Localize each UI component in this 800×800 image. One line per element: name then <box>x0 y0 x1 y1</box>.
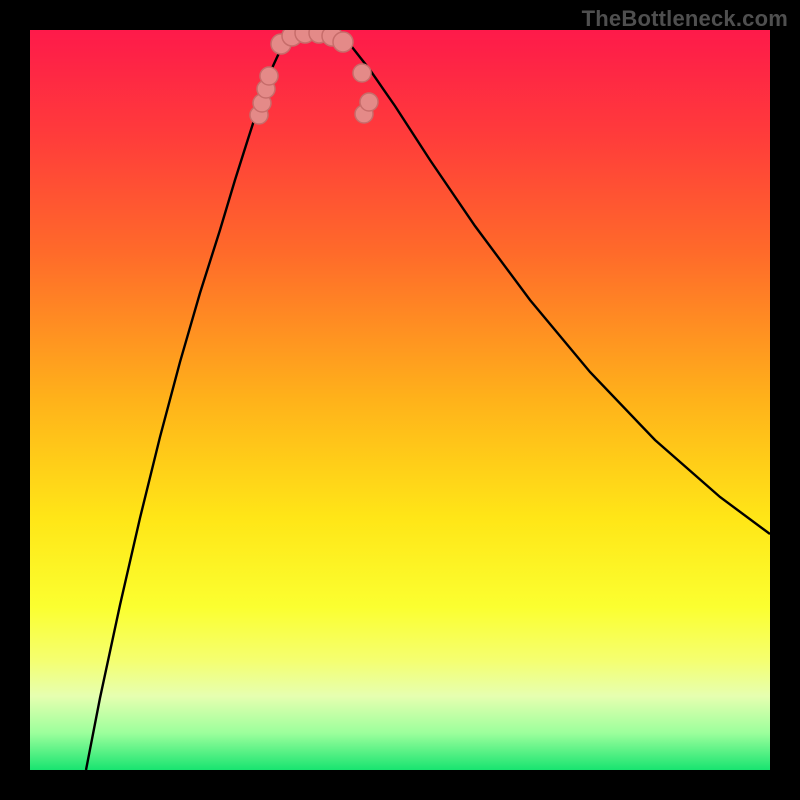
cluster-marker <box>333 32 353 52</box>
plot-area <box>30 30 770 770</box>
watermark-text: TheBottleneck.com <box>582 6 788 32</box>
cluster-marker <box>260 67 278 85</box>
heat-gradient-background <box>30 30 770 770</box>
cluster-marker <box>353 64 371 82</box>
cluster-marker <box>360 93 378 111</box>
bottleneck-chart <box>30 30 770 770</box>
chart-frame: TheBottleneck.com <box>0 0 800 800</box>
